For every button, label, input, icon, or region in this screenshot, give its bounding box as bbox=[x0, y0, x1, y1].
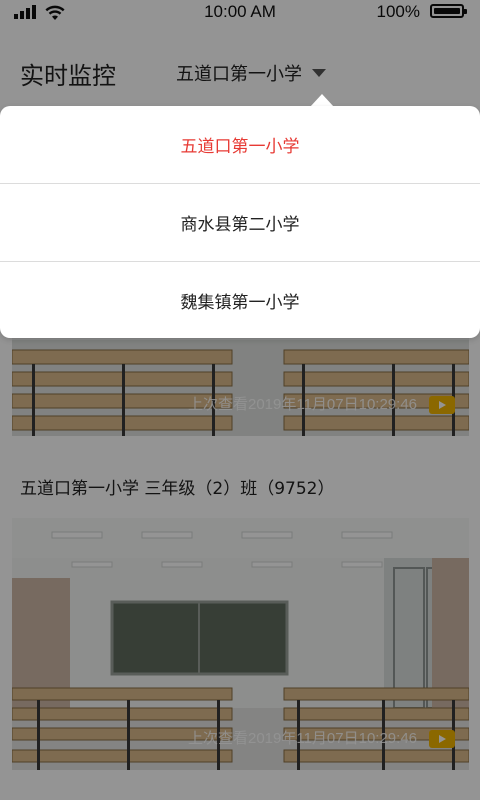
dropdown-option[interactable]: 魏集镇第一小学 bbox=[0, 261, 480, 339]
dropdown-option[interactable]: 商水县第二小学 bbox=[0, 183, 480, 261]
dropdown-option[interactable]: 五道口第一小学 bbox=[0, 106, 480, 183]
school-dropdown: 五道口第一小学 商水县第二小学 魏集镇第一小学 bbox=[0, 106, 480, 338]
